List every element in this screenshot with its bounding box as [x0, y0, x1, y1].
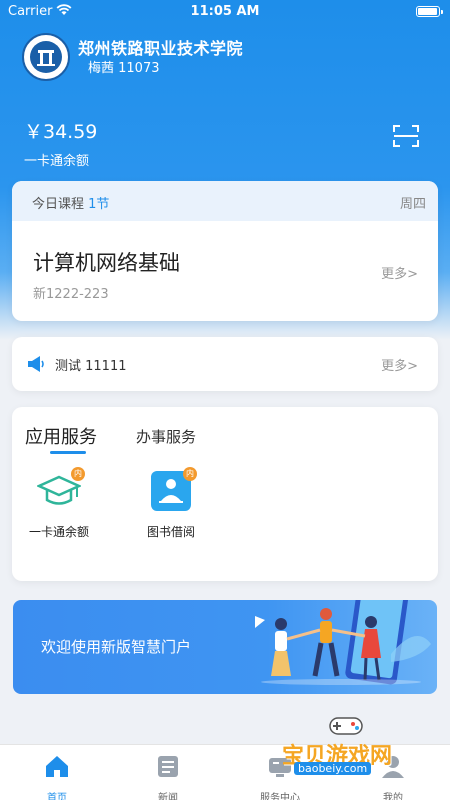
clock: 11:05 AM — [190, 4, 260, 19]
active-tab-indicator — [50, 451, 86, 454]
card-balance[interactable]: ￥34.59 一卡通余额 — [24, 117, 97, 169]
service-library[interactable]: 内 图书借阅 — [126, 467, 216, 540]
status-bar: Carrier 11:05 AM — [0, 0, 450, 24]
course-title: 计算机网络基础 — [33, 251, 180, 275]
services-card: 应用服务 办事服务 内 一卡通余额 内 图书借阅 — [12, 407, 438, 581]
notice-card[interactable]: 测试 11111 更多> — [12, 337, 438, 391]
watermark-url: baobeiy.com — [294, 762, 372, 775]
notice-more-link[interactable]: 更多> — [381, 355, 418, 374]
course-header: 今日课程 1节 周四 — [12, 181, 438, 221]
today-course-card[interactable]: 今日课程 1节 周四 计算机网络基础 新1222-223 更多> — [12, 181, 438, 321]
scan-icon[interactable] — [393, 124, 419, 148]
internal-badge: 内 — [71, 467, 85, 481]
tab-office-services[interactable]: 办事服务 — [136, 426, 196, 447]
user-info: 梅茜 11073 — [88, 61, 160, 76]
course-count: 1节 — [88, 197, 110, 212]
school-logo — [22, 33, 70, 81]
welcome-banner[interactable]: 欢迎使用新版智慧门户 — [13, 600, 437, 694]
service-label: 一卡通余额 — [28, 525, 89, 539]
course-code: 新1222-223 — [33, 287, 109, 302]
gamepad-icon — [329, 717, 363, 735]
school-emblem-icon — [30, 41, 62, 73]
tab-label: 服务中心 — [260, 793, 300, 800]
balance-amount: ￥34.59 — [24, 121, 98, 143]
battery-icon — [416, 6, 443, 17]
tab-label: 新闻 — [158, 793, 178, 800]
tab-label: 我的 — [383, 793, 403, 800]
course-more-link[interactable]: 更多> — [381, 263, 418, 282]
balance-label: 一卡通余额 — [24, 154, 90, 169]
school-header: 郑州铁路职业技术学院 梅茜 11073 — [22, 33, 422, 83]
tab-news[interactable]: 新闻 — [133, 753, 203, 800]
graduation-cap-icon: 内 — [35, 467, 85, 513]
banner-text: 欢迎使用新版智慧门户 — [41, 638, 192, 656]
library-reader-icon: 内 — [149, 467, 197, 513]
course-weekday: 周四 — [399, 197, 426, 212]
internal-badge: 内 — [183, 467, 197, 481]
service-label: 图书借阅 — [146, 525, 195, 539]
notice-text: 测试 11111 — [55, 359, 127, 374]
megaphone-icon — [28, 356, 44, 372]
banner-illustration — [255, 600, 431, 685]
tab-home[interactable]: 首页 — [22, 753, 92, 800]
home-icon — [46, 756, 68, 777]
news-icon — [158, 756, 178, 777]
course-header-label: 今日课程 — [32, 197, 85, 212]
service-card-balance[interactable]: 内 一卡通余额 — [14, 467, 104, 540]
tab-app-services[interactable]: 应用服务 — [25, 423, 97, 449]
tab-label: 首页 — [47, 793, 67, 800]
school-name: 郑州铁路职业技术学院 — [78, 39, 244, 58]
site-watermark: 宝贝游戏网 baobeiy.com — [260, 710, 450, 780]
